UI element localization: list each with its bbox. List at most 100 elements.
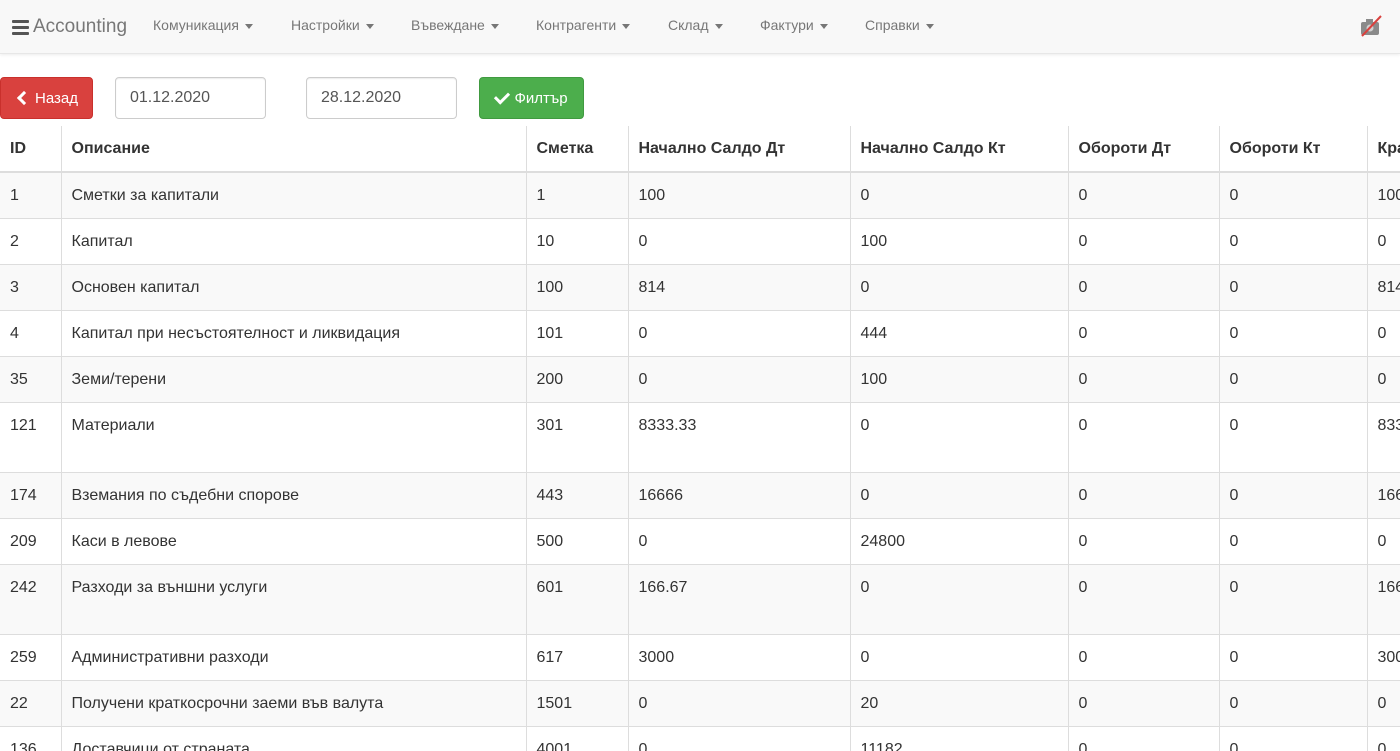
cell-closing: 0 [1366,726,1400,751]
cell-closing: 833 [1366,402,1400,473]
cell-description: Получени краткосрочни заеми във валута [60,680,527,727]
table-row[interactable]: 3Основен капитал100814000814 [0,264,1400,311]
caret-down-icon [622,23,631,29]
cell-turnover-credit: 0 [1218,264,1368,311]
cell-turnover-debit: 0 [1067,680,1220,727]
cell-id: 22 [0,680,62,727]
cell-opening-credit: 0 [849,634,1069,681]
cell-id: 35 [0,356,62,403]
column-header-id[interactable]: ID [0,126,62,173]
nav-menu-warehouse[interactable]: Склад [668,17,723,33]
caret-down-icon [490,23,499,29]
table-row[interactable]: 1Сметки за капитали1100000100 [0,171,1400,219]
cell-id: 209 [0,518,62,565]
cell-turnover-debit: 0 [1067,518,1220,565]
cell-account: 601 [525,564,629,635]
back-button[interactable]: Назад [0,77,93,119]
cell-description: Каси в левове [60,518,527,565]
cell-description: Основен капитал [60,264,527,311]
navbar: Accounting Комуникация Настройки Въвежда… [0,0,1400,54]
cell-opening-credit: 0 [849,171,1069,219]
cell-description: Разходи за външни услуги [60,564,527,635]
cell-opening-debit: 166.67 [627,564,851,635]
column-header-description[interactable]: Описание [60,126,527,173]
cell-id: 174 [0,472,62,519]
cell-turnover-debit: 0 [1067,218,1220,265]
balance-table: ID Описание Сметка Начално Салдо Дт Нача… [0,126,1400,751]
cell-turnover-credit: 0 [1218,634,1368,681]
cell-account: 4001 [525,726,629,751]
cell-closing: 0 [1366,310,1400,357]
check-icon [494,87,511,105]
cell-turnover-credit: 0 [1218,564,1368,635]
cell-opening-credit: 444 [849,310,1069,357]
table-row[interactable]: 4 Капитал при несъстоятелност и ликвидаци… [0,310,1400,357]
table-row[interactable]: 242 Разходи за външни услуги 601 166.67 0 0 0 1… [0,564,1400,635]
column-header-account[interactable]: Сметка [525,126,629,173]
table-row[interactable]: 22 Получени краткосрочни заеми във валута… [0,680,1400,727]
filter-button[interactable]: Филтър [479,77,584,119]
cell-turnover-credit: 0 [1218,726,1368,751]
nav-menu-contractors[interactable]: Контрагенти [536,17,631,33]
table-row[interactable]: 174 Вземания по съдебни спорове 443 16666 0 0… [0,472,1400,519]
cell-closing: 0 [1366,680,1400,727]
cell-closing: 0 [1366,356,1400,403]
cell-closing: 100 [1366,171,1400,219]
column-header-opening-credit[interactable]: Начално Салдо Кт [849,126,1069,173]
date-from-input[interactable] [115,77,266,119]
cell-opening-debit: 16666 [627,472,851,519]
cell-opening-debit: 8333.33 [627,402,851,473]
table-row[interactable]: 259Административни разходи6173000000300 [0,634,1400,681]
caret-down-icon [819,23,828,29]
cell-closing: 300 [1366,634,1400,681]
cell-turnover-debit: 0 [1067,564,1220,635]
nav-menu-settings[interactable]: Настройки [291,17,374,33]
nav-menu-reports[interactable]: Справки [865,17,934,33]
column-header-opening-debit[interactable]: Начално Салдо Дт [627,126,851,173]
nav-menu-entry[interactable]: Въвеждане [411,17,499,33]
cell-id: 259 [0,634,62,681]
cell-turnover-debit: 0 [1067,356,1220,403]
column-header-turnover-credit[interactable]: Обороти Кт [1218,126,1368,173]
cell-description: Материали [60,402,527,473]
caret-down-icon [365,23,374,29]
column-header-turnover-debit[interactable]: Обороти Дт [1067,126,1220,173]
cell-turnover-credit: 0 [1218,218,1368,265]
cell-closing: 814 [1366,264,1400,311]
nav-menu-invoices[interactable]: Фактури [760,17,828,33]
cell-id: 136 [0,726,62,751]
caret-down-icon [714,23,723,29]
cell-opening-credit: 100 [849,356,1069,403]
caret-down-icon [925,23,934,29]
cell-description: Земи/терени [60,356,527,403]
nav-menu-communication[interactable]: Комуникация [153,17,253,33]
cell-opening-credit: 20 [849,680,1069,727]
cell-account: 1 [525,171,629,219]
cell-id: 3 [0,264,62,311]
table-header-row: ID Описание Сметка Начално Салдо Дт Нача… [0,126,1400,173]
cell-opening-debit: 0 [627,518,851,565]
table-row[interactable]: 121Материали3018333.33000833 [0,402,1400,473]
server-bars-icon [12,19,29,35]
cell-account: 1501 [525,680,629,727]
column-header-closing[interactable]: Кра [1366,126,1400,173]
brand-link[interactable]: Accounting [12,14,127,40]
cell-opening-credit: 0 [849,402,1069,473]
cell-turnover-debit: 0 [1067,634,1220,681]
cell-id: 4 [0,310,62,357]
cell-opening-debit: 0 [627,680,851,727]
cell-account: 101 [525,310,629,357]
cell-turnover-credit: 0 [1218,472,1368,519]
cell-turnover-credit: 0 [1218,356,1368,403]
table-row[interactable]: 35 Земи/терени 200 0 100 0 0 0 [0,356,1400,403]
cell-turnover-debit: 0 [1067,310,1220,357]
cell-closing: 166 [1366,472,1400,519]
table-row[interactable]: 136 Доставчици от страната 4001 0 11182 0 0 0 [0,726,1400,751]
cell-opening-credit: 0 [849,472,1069,519]
table-row[interactable]: 209 Каси в левове 500 0 24800 0 0 0 [0,518,1400,565]
table-row[interactable]: 2 Капитал 10 0 100 0 0 0 [0,218,1400,265]
date-to-input[interactable] [306,77,457,119]
no-camera-icon[interactable] [1358,13,1384,39]
cell-description: Капитал [60,218,527,265]
cell-opening-debit: 0 [627,356,851,403]
